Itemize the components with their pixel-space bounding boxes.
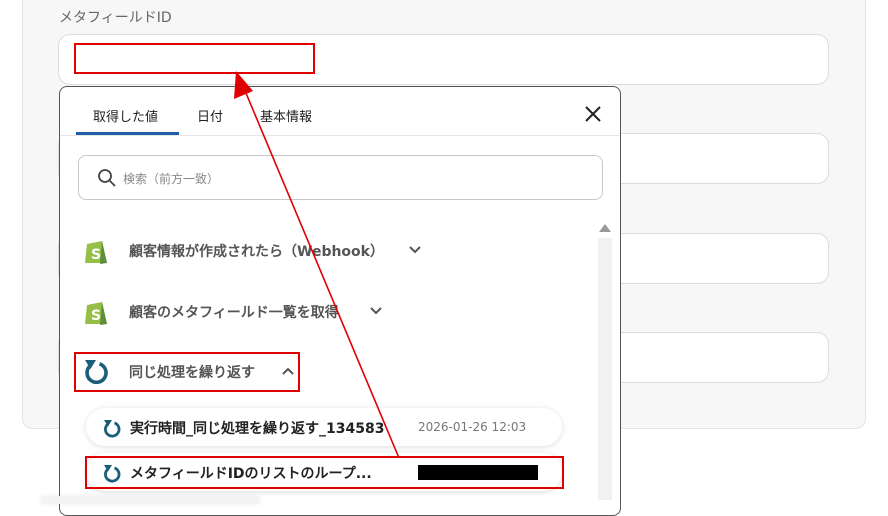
annotation-arrow — [234, 71, 400, 459]
